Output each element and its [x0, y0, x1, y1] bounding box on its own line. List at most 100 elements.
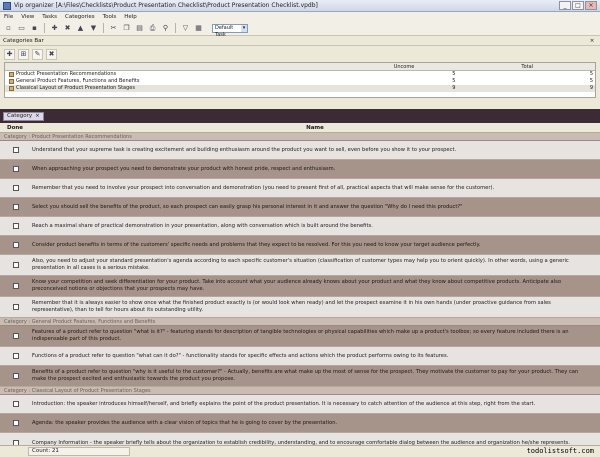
task-name: Reach a maximal share of practical demon… [32, 222, 373, 229]
task-row[interactable]: When approaching your prospect you need … [0, 160, 600, 179]
category-name: General Product Features, Functions and … [16, 78, 140, 84]
done-cell [0, 255, 32, 275]
cut-icon[interactable]: ✂ [108, 23, 119, 34]
filter-icon[interactable]: ▽ [180, 23, 191, 34]
done-checkbox[interactable] [13, 242, 19, 248]
done-checkbox[interactable] [13, 185, 19, 191]
task-row[interactable]: Select you should sell the benefits of t… [0, 198, 600, 217]
task-row[interactable]: Reach a maximal share of practical demon… [0, 217, 600, 236]
task-row[interactable]: Benefits of a product refer to question … [0, 366, 600, 387]
task-name-cell: Understand that your supreme task is cre… [32, 141, 600, 159]
view-select[interactable]: Default Task ▾ [212, 23, 248, 38]
done-checkbox[interactable] [13, 283, 19, 289]
minimize-button[interactable]: _ [559, 1, 571, 10]
task-row[interactable]: Agenda: the speaker provides the audienc… [0, 414, 600, 433]
close-icon[interactable]: × [588, 38, 596, 44]
task-name-cell: Know your competition and seek different… [32, 276, 600, 296]
menu-tasks[interactable]: Tasks [42, 14, 57, 20]
categories-toolbar: ✚ ⊞ ✎ ✖ [0, 46, 600, 62]
done-checkbox[interactable] [13, 401, 19, 407]
task-name: Remember that you need to involve your p… [32, 184, 495, 191]
save-icon[interactable]: ▪ [29, 23, 40, 34]
group-by-chip[interactable]: Category × [3, 111, 44, 121]
task-name: Select you should sell the benefits of t… [32, 203, 463, 210]
done-checkbox[interactable] [13, 333, 19, 339]
category-name: Classical Layout of Product Presentation… [16, 85, 135, 91]
category-row[interactable]: Classical Layout of Product Presentation… [5, 85, 595, 92]
category-done: 9 [452, 85, 456, 91]
task-name: Functions of a product refer to question… [32, 352, 449, 359]
copy-icon[interactable]: ❐ [121, 23, 132, 34]
move-down-icon[interactable]: ▼ [88, 23, 99, 34]
task-row[interactable]: Functions of a product refer to question… [0, 347, 600, 366]
close-button[interactable]: × [585, 1, 597, 10]
done-checkbox[interactable] [13, 353, 19, 359]
paste-icon[interactable]: ▤ [134, 23, 145, 34]
task-grid: Category : Product Presentation Recommen… [0, 133, 600, 445]
done-cell [0, 217, 32, 235]
open-folder-icon[interactable]: ▭ [16, 23, 27, 34]
done-cell [0, 297, 32, 317]
done-cell [0, 347, 32, 365]
done-checkbox[interactable] [13, 204, 19, 210]
task-name-cell: Reach a maximal share of practical demon… [32, 217, 600, 235]
task-row[interactable]: Remember that you need to involve your p… [0, 179, 600, 198]
column-total[interactable]: Total [459, 63, 595, 70]
task-name: Introduction: the speaker introduces him… [32, 400, 536, 407]
delete-category-icon[interactable]: ✖ [46, 48, 57, 60]
add-category-icon[interactable]: ✚ [4, 48, 15, 60]
done-checkbox[interactable] [13, 420, 19, 426]
column-name[interactable]: Name [30, 124, 600, 132]
task-row[interactable]: Also, you need to adjust your standard p… [0, 255, 600, 276]
edit-category-icon[interactable]: ✎ [32, 48, 43, 60]
menu-help[interactable]: Help [124, 14, 137, 20]
remove-icon[interactable]: × [35, 113, 40, 120]
column-done[interactable]: Done [0, 124, 30, 132]
task-name-cell: Also, you need to adjust your standard p… [32, 255, 600, 275]
task-row[interactable]: Consider product benefits in terms of th… [0, 236, 600, 255]
task-row[interactable]: Remember that it is always easier to sho… [0, 297, 600, 318]
category-row[interactable]: General Product Features, Functions and … [5, 78, 595, 85]
move-up-icon[interactable]: ▲ [75, 23, 86, 34]
category-total: 5 [589, 71, 593, 77]
menu-view[interactable]: View [21, 14, 34, 20]
done-checkbox[interactable] [13, 373, 19, 379]
done-cell [0, 236, 32, 254]
maximize-button[interactable]: □ [572, 1, 584, 10]
task-row[interactable]: Introduction: the speaker introduces him… [0, 395, 600, 414]
category-row[interactable]: Product Presentation Recommendations 5 5 [5, 71, 595, 78]
category-done: 5 [452, 78, 456, 84]
view-icon[interactable]: ▦ [193, 23, 204, 34]
delete-task-icon[interactable]: ✖ [62, 23, 73, 34]
task-name-cell: Select you should sell the benefits of t… [32, 198, 600, 216]
category-icon [9, 79, 14, 84]
find-icon[interactable]: ⚲ [160, 23, 171, 34]
done-checkbox[interactable] [13, 223, 19, 229]
done-checkbox[interactable] [13, 166, 19, 172]
toolbar-separator [103, 23, 104, 33]
column-name[interactable] [5, 63, 388, 70]
add-subcategory-icon[interactable]: ⊞ [18, 48, 29, 60]
task-row[interactable]: Know your competition and seek different… [0, 276, 600, 297]
group-header[interactable]: Category : General Product Features, Fun… [0, 318, 600, 326]
done-checkbox[interactable] [13, 262, 19, 268]
done-checkbox[interactable] [13, 304, 19, 310]
menu-categories[interactable]: Categories [65, 14, 95, 20]
task-row[interactable]: Company Information - the speaker briefl… [0, 433, 600, 445]
done-checkbox[interactable] [13, 147, 19, 153]
new-file-icon[interactable]: ▫ [3, 23, 14, 34]
task-name-cell: Remember that you need to involve your p… [32, 179, 600, 197]
title-bar: Vip organizer [A:\Files\Checklists\Produ… [0, 0, 600, 12]
group-header[interactable]: Category : Classical Layout of Product P… [0, 387, 600, 395]
task-row[interactable]: Understand that your supreme task is cre… [0, 141, 600, 160]
print-icon[interactable]: ⎙ [147, 23, 158, 34]
column-done[interactable]: Uncome [388, 63, 460, 70]
menu-file[interactable]: File [4, 14, 13, 20]
group-header[interactable]: Category : Product Presentation Recommen… [0, 133, 600, 141]
menu-tools[interactable]: Tools [103, 14, 117, 20]
app-icon [3, 1, 11, 10]
watermark: todolistsoft.com [526, 447, 594, 455]
done-cell [0, 366, 32, 386]
new-task-icon[interactable]: ✚ [49, 23, 60, 34]
task-row[interactable]: Features of a product refer to question … [0, 326, 600, 347]
